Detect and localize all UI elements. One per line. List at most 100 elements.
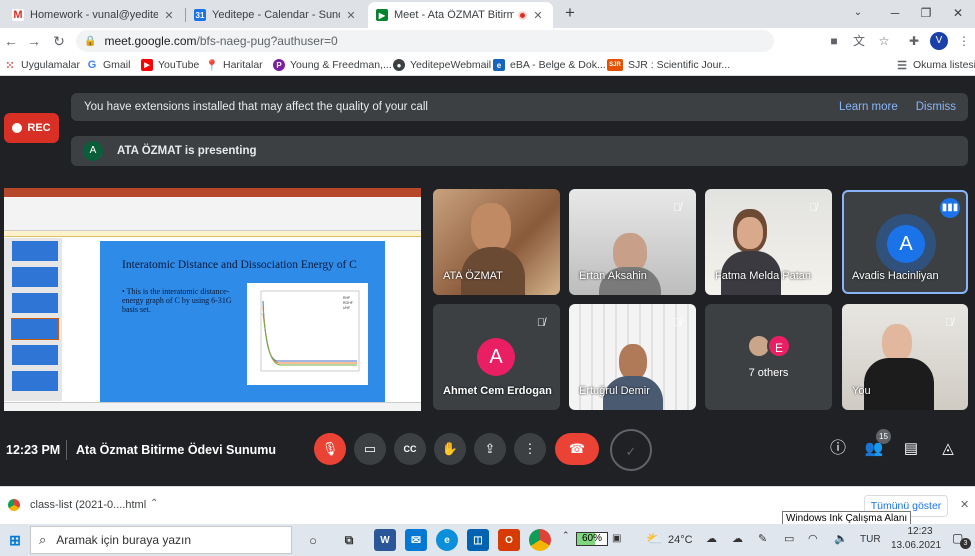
extensions-icon[interactable]: ✚ xyxy=(906,33,922,49)
present-button[interactable]: ⇪ xyxy=(474,433,506,465)
bookmark-webmail[interactable]: ● YeditepeWebmail xyxy=(393,57,491,73)
learn-more-link[interactable]: Learn more xyxy=(839,101,898,113)
clock-date[interactable]: 13.06.2021 xyxy=(886,540,946,551)
presentation-screen[interactable]: Interatomic Distance and Dissociation En… xyxy=(4,188,421,411)
self-tile[interactable]: 🎙̸ You xyxy=(842,304,968,410)
new-tab-button[interactable]: + xyxy=(558,4,582,22)
cortana-icon[interactable]: ○ xyxy=(302,529,324,551)
raise-hand-button[interactable]: ✋ xyxy=(434,433,466,465)
translate-icon[interactable]: 文 xyxy=(851,33,867,49)
google-icon: G xyxy=(87,59,97,71)
word-icon[interactable]: W xyxy=(374,529,396,551)
volume-icon[interactable]: 🔈 xyxy=(834,532,848,545)
store-icon[interactable]: ◫ xyxy=(467,529,489,551)
participant-tile-speaking[interactable]: A ▮▮▮ Avadis Hacinliyan xyxy=(842,190,968,294)
onedrive-icon[interactable]: ☁ xyxy=(706,532,717,545)
more-vert-icon: ⋮ xyxy=(523,441,537,456)
reading-list-button[interactable]: ☰ Okuma listesi xyxy=(896,57,975,73)
recording-dot-icon xyxy=(518,10,527,20)
current-slide: Interatomic Distance and Dissociation En… xyxy=(100,241,385,402)
participant-name: Ertan Aksahin xyxy=(579,270,647,282)
participant-tile[interactable]: 🎙̸ Ertuğrul Demir xyxy=(569,304,696,410)
profile-avatar[interactable]: V xyxy=(930,32,948,50)
touchpad-icon[interactable]: ▣ xyxy=(612,533,621,544)
forward-icon[interactable]: → xyxy=(25,32,43,50)
bookmark-young-freedman[interactable]: P Young & Freedman,... xyxy=(273,57,392,73)
hidden-icons-chevron[interactable]: ⌃ xyxy=(562,530,570,541)
close-window-button[interactable]: ✕ xyxy=(946,4,970,22)
mail-icon[interactable]: ✉ xyxy=(405,529,427,551)
download-options-icon[interactable]: ⌃ xyxy=(150,498,158,509)
back-icon[interactable]: ← xyxy=(2,32,20,50)
close-tab-icon[interactable]: ✕ xyxy=(344,9,358,22)
bookmark-apps[interactable]: ⁙ Uygulamalar xyxy=(4,57,80,73)
bookmark-youtube[interactable]: ▶ YouTube xyxy=(141,57,199,73)
muted-mic-icon: 🎙̸ xyxy=(808,202,818,214)
clock-time[interactable]: 12:23 xyxy=(895,526,945,537)
url-host: meet.google.com xyxy=(104,34,197,48)
camera-icon[interactable]: ■ xyxy=(826,33,842,49)
battery-icon[interactable]: ▭ xyxy=(784,532,794,545)
weather-temp[interactable]: 24°C xyxy=(668,534,693,546)
participant-tile[interactable]: 🎙̸ Fatma Melda Patan xyxy=(705,189,832,295)
present-icon: ⇪ xyxy=(484,441,496,456)
edge-icon[interactable]: e xyxy=(436,529,458,551)
powerpoint-notice xyxy=(4,231,421,237)
powerpoint-statusbar xyxy=(4,402,421,411)
download-filename[interactable]: class-list (2021-0....html xyxy=(30,499,146,511)
reload-icon[interactable]: ↻ xyxy=(50,32,68,50)
bookmark-maps[interactable]: 📍 Haritalar xyxy=(205,57,263,73)
browser-toolbar: ← → ↻ 🔒 meet.google.com/bfs-naeg-pug?aut… xyxy=(0,28,975,54)
input-language[interactable]: TUR xyxy=(860,534,881,545)
close-tab-icon[interactable]: ✕ xyxy=(162,9,176,22)
bookmark-label: Gmail xyxy=(103,59,131,71)
tab-calendar[interactable]: 31 Yeditepe - Calendar - Sunday, Ju ✕ xyxy=(186,2,366,28)
participant-avatar: A xyxy=(887,225,925,263)
legend-uhf: UHF xyxy=(343,306,350,310)
restore-button[interactable]: ❐ xyxy=(914,4,938,22)
check-icon: ✓ xyxy=(625,444,637,459)
camera-icon: ▭ xyxy=(363,441,377,456)
wifi-icon[interactable]: ◠ xyxy=(808,532,818,545)
camera-button[interactable]: ▭ xyxy=(354,433,386,465)
bookmark-sjr[interactable]: SJR SJR : Scientific Jour... xyxy=(607,57,730,73)
windows-start-icon[interactable]: ⊞ xyxy=(4,529,26,551)
mic-off-button[interactable]: 🎙 xyxy=(314,433,346,465)
activity-ring-button[interactable]: ✓ xyxy=(610,429,652,471)
close-downloads-icon[interactable]: ✕ xyxy=(960,498,969,511)
others-letter-avatar: E xyxy=(767,334,791,358)
bookmark-gmail[interactable]: G Gmail xyxy=(86,57,131,73)
activities-button[interactable]: ◬ xyxy=(932,433,964,465)
battery-indicator[interactable]: 60% xyxy=(576,532,608,546)
leave-call-button[interactable]: ☎ xyxy=(555,433,599,465)
tab-search-icon[interactable]: ⌄ xyxy=(846,4,870,22)
close-tab-icon[interactable]: ✕ xyxy=(531,9,545,22)
bookmark-star-icon[interactable]: ☆ xyxy=(876,33,892,49)
taskbar-search[interactable]: ⌕ Aramak için buraya yazın xyxy=(30,526,292,554)
chrome-icon[interactable] xyxy=(529,529,551,551)
task-view-icon[interactable]: ⧉ xyxy=(338,529,360,551)
pen-icon[interactable]: ✎ xyxy=(758,532,767,545)
captions-button[interactable]: CC xyxy=(394,433,426,465)
menu-kebab-icon[interactable]: ⋮ xyxy=(956,33,972,49)
tab-meet[interactable]: ▶ Meet - Ata ÖZMAT Bitirme Ö ✕ xyxy=(368,2,553,28)
bookmark-eba[interactable]: e eBA - Belge & Dok... xyxy=(493,57,606,73)
minimize-button[interactable]: ─ xyxy=(883,4,907,22)
meeting-details-button[interactable]: ⓘ xyxy=(822,433,854,465)
bookmark-label: YeditepeWebmail xyxy=(410,59,492,71)
participant-name: ATA ÖZMAT xyxy=(443,270,503,282)
participant-tile[interactable]: A 🎙̸ Ahmet Cem Erdogan xyxy=(433,304,560,410)
dismiss-button[interactable]: Dismiss xyxy=(916,101,956,113)
more-options-button[interactable]: ⋮ xyxy=(514,433,546,465)
participant-tile[interactable]: 🎙̸ Ertan Aksahin xyxy=(569,189,696,295)
tab-gmail[interactable]: M Homework - vunal@yeditepe.edu ✕ xyxy=(4,2,184,28)
office-icon[interactable]: O xyxy=(498,529,520,551)
address-bar[interactable]: 🔒 meet.google.com/bfs-naeg-pug?authuser=… xyxy=(76,30,774,52)
chat-icon: ▤ xyxy=(903,440,919,457)
cloud-icon[interactable]: ☁ xyxy=(732,532,743,545)
others-tile[interactable]: E 7 others xyxy=(705,304,832,410)
tab-title: Homework - vunal@yeditepe.edu xyxy=(30,9,158,21)
participant-name: Ertuğrul Demir xyxy=(579,385,650,397)
chat-button[interactable]: ▤ xyxy=(895,433,927,465)
participant-tile[interactable]: ATA ÖZMAT xyxy=(433,189,560,295)
